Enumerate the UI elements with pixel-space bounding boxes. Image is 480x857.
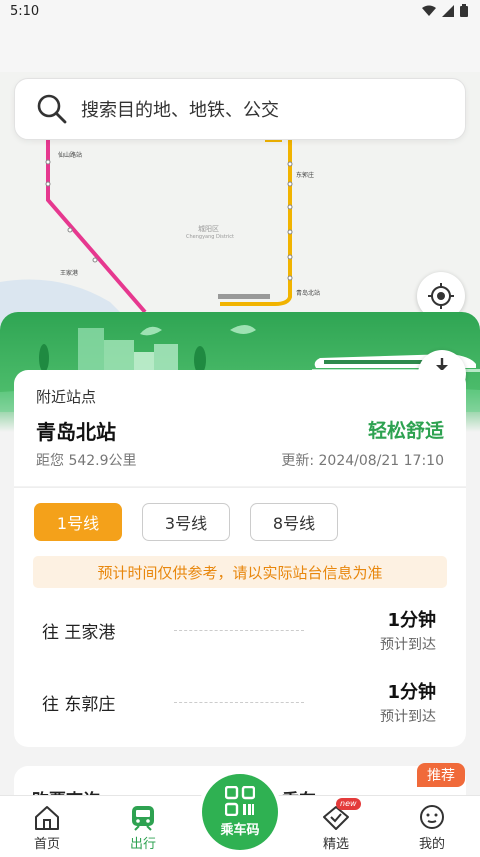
status-time: 5:10 (10, 4, 40, 19)
arrival-direction: 往 东郭庄 (42, 695, 116, 715)
header-band (0, 24, 480, 72)
line-arrivals-card: 1号线 3号线 8号线 预计时间仅供参考，请以实际站台信息为准 往 王家港 1分… (14, 487, 466, 747)
tab-line-1[interactable]: 1号线 (34, 503, 122, 541)
home-icon (33, 804, 61, 832)
map-station-label: 青岛北站 (296, 290, 321, 297)
arrival-row[interactable]: 往 王家港 1分钟 预计到达 (14, 600, 466, 660)
ride-code-circle: 乘车码 (202, 774, 278, 850)
arrival-minutes: 1分钟 (387, 610, 436, 631)
status-bar: 5:10 (0, 0, 480, 24)
locate-icon (428, 283, 454, 309)
tab-line-8[interactable]: 8号线 (250, 503, 338, 541)
nearby-title: 附近站点 (36, 388, 97, 406)
search-bar[interactable]: 搜索目的地、地铁、公交 (14, 78, 466, 140)
status-icons (422, 4, 468, 17)
tab-featured-label: 精选 (322, 837, 349, 852)
nearby-station-card[interactable]: 附近站点 青岛北站 轻松舒适 距您 542.9公里 更新: 2024/08/21… (14, 370, 466, 486)
map-district-label-en: Chengyang District (186, 234, 234, 240)
signal-icon (442, 4, 454, 17)
arrival-divider (174, 630, 304, 631)
new-badge: new (336, 798, 361, 810)
map-station-label: 王家港 (60, 270, 79, 277)
featured-icon: new (322, 798, 361, 832)
tab-line-3[interactable]: 3号线 (142, 503, 230, 541)
arrival-minutes: 1分钟 (387, 682, 436, 703)
station-name: 青岛北站 (36, 420, 116, 444)
arrival-direction: 往 王家港 (42, 623, 116, 643)
update-time: 更新: 2024/08/21 17:10 (281, 453, 444, 469)
search-placeholder: 搜索目的地、地铁、公交 (81, 100, 279, 121)
train-icon (129, 804, 157, 832)
ride-code-button[interactable]: 乘车码 (198, 770, 282, 854)
tab-mine[interactable]: 我的 (392, 796, 472, 857)
tab-mine-label: 我的 (418, 837, 445, 852)
arrival-divider (174, 702, 304, 703)
arrival-status: 预计到达 (380, 709, 436, 725)
search-icon (37, 94, 67, 124)
tab-travel[interactable]: 出行 (103, 796, 183, 857)
comfort-status: 轻松舒适 (367, 420, 444, 442)
tab-travel-label: 出行 (129, 837, 156, 852)
profile-icon (418, 804, 446, 832)
arrival-status: 预计到达 (380, 637, 436, 653)
arrival-row[interactable]: 往 东郭庄 1分钟 预计到达 (14, 672, 466, 732)
map-station-label: 东郭庄 (296, 172, 315, 179)
wifi-icon (422, 5, 436, 16)
map-district-label: 城阳区 (198, 225, 219, 233)
recommend-badge: 推荐 (417, 763, 465, 787)
tab-home[interactable]: 首页 (7, 796, 87, 857)
tab-home-label: 首页 (33, 837, 60, 852)
qr-code-icon (225, 786, 255, 816)
tab-featured[interactable]: new 精选 (296, 796, 376, 857)
battery-icon (460, 4, 468, 17)
ride-code-label: 乘车码 (220, 823, 260, 838)
station-distance: 距您 542.9公里 (36, 453, 137, 469)
map-station-label: 仙山路站 (58, 152, 83, 159)
arrival-notice: 预计时间仅供参考，请以实际站台信息为准 (33, 556, 447, 588)
